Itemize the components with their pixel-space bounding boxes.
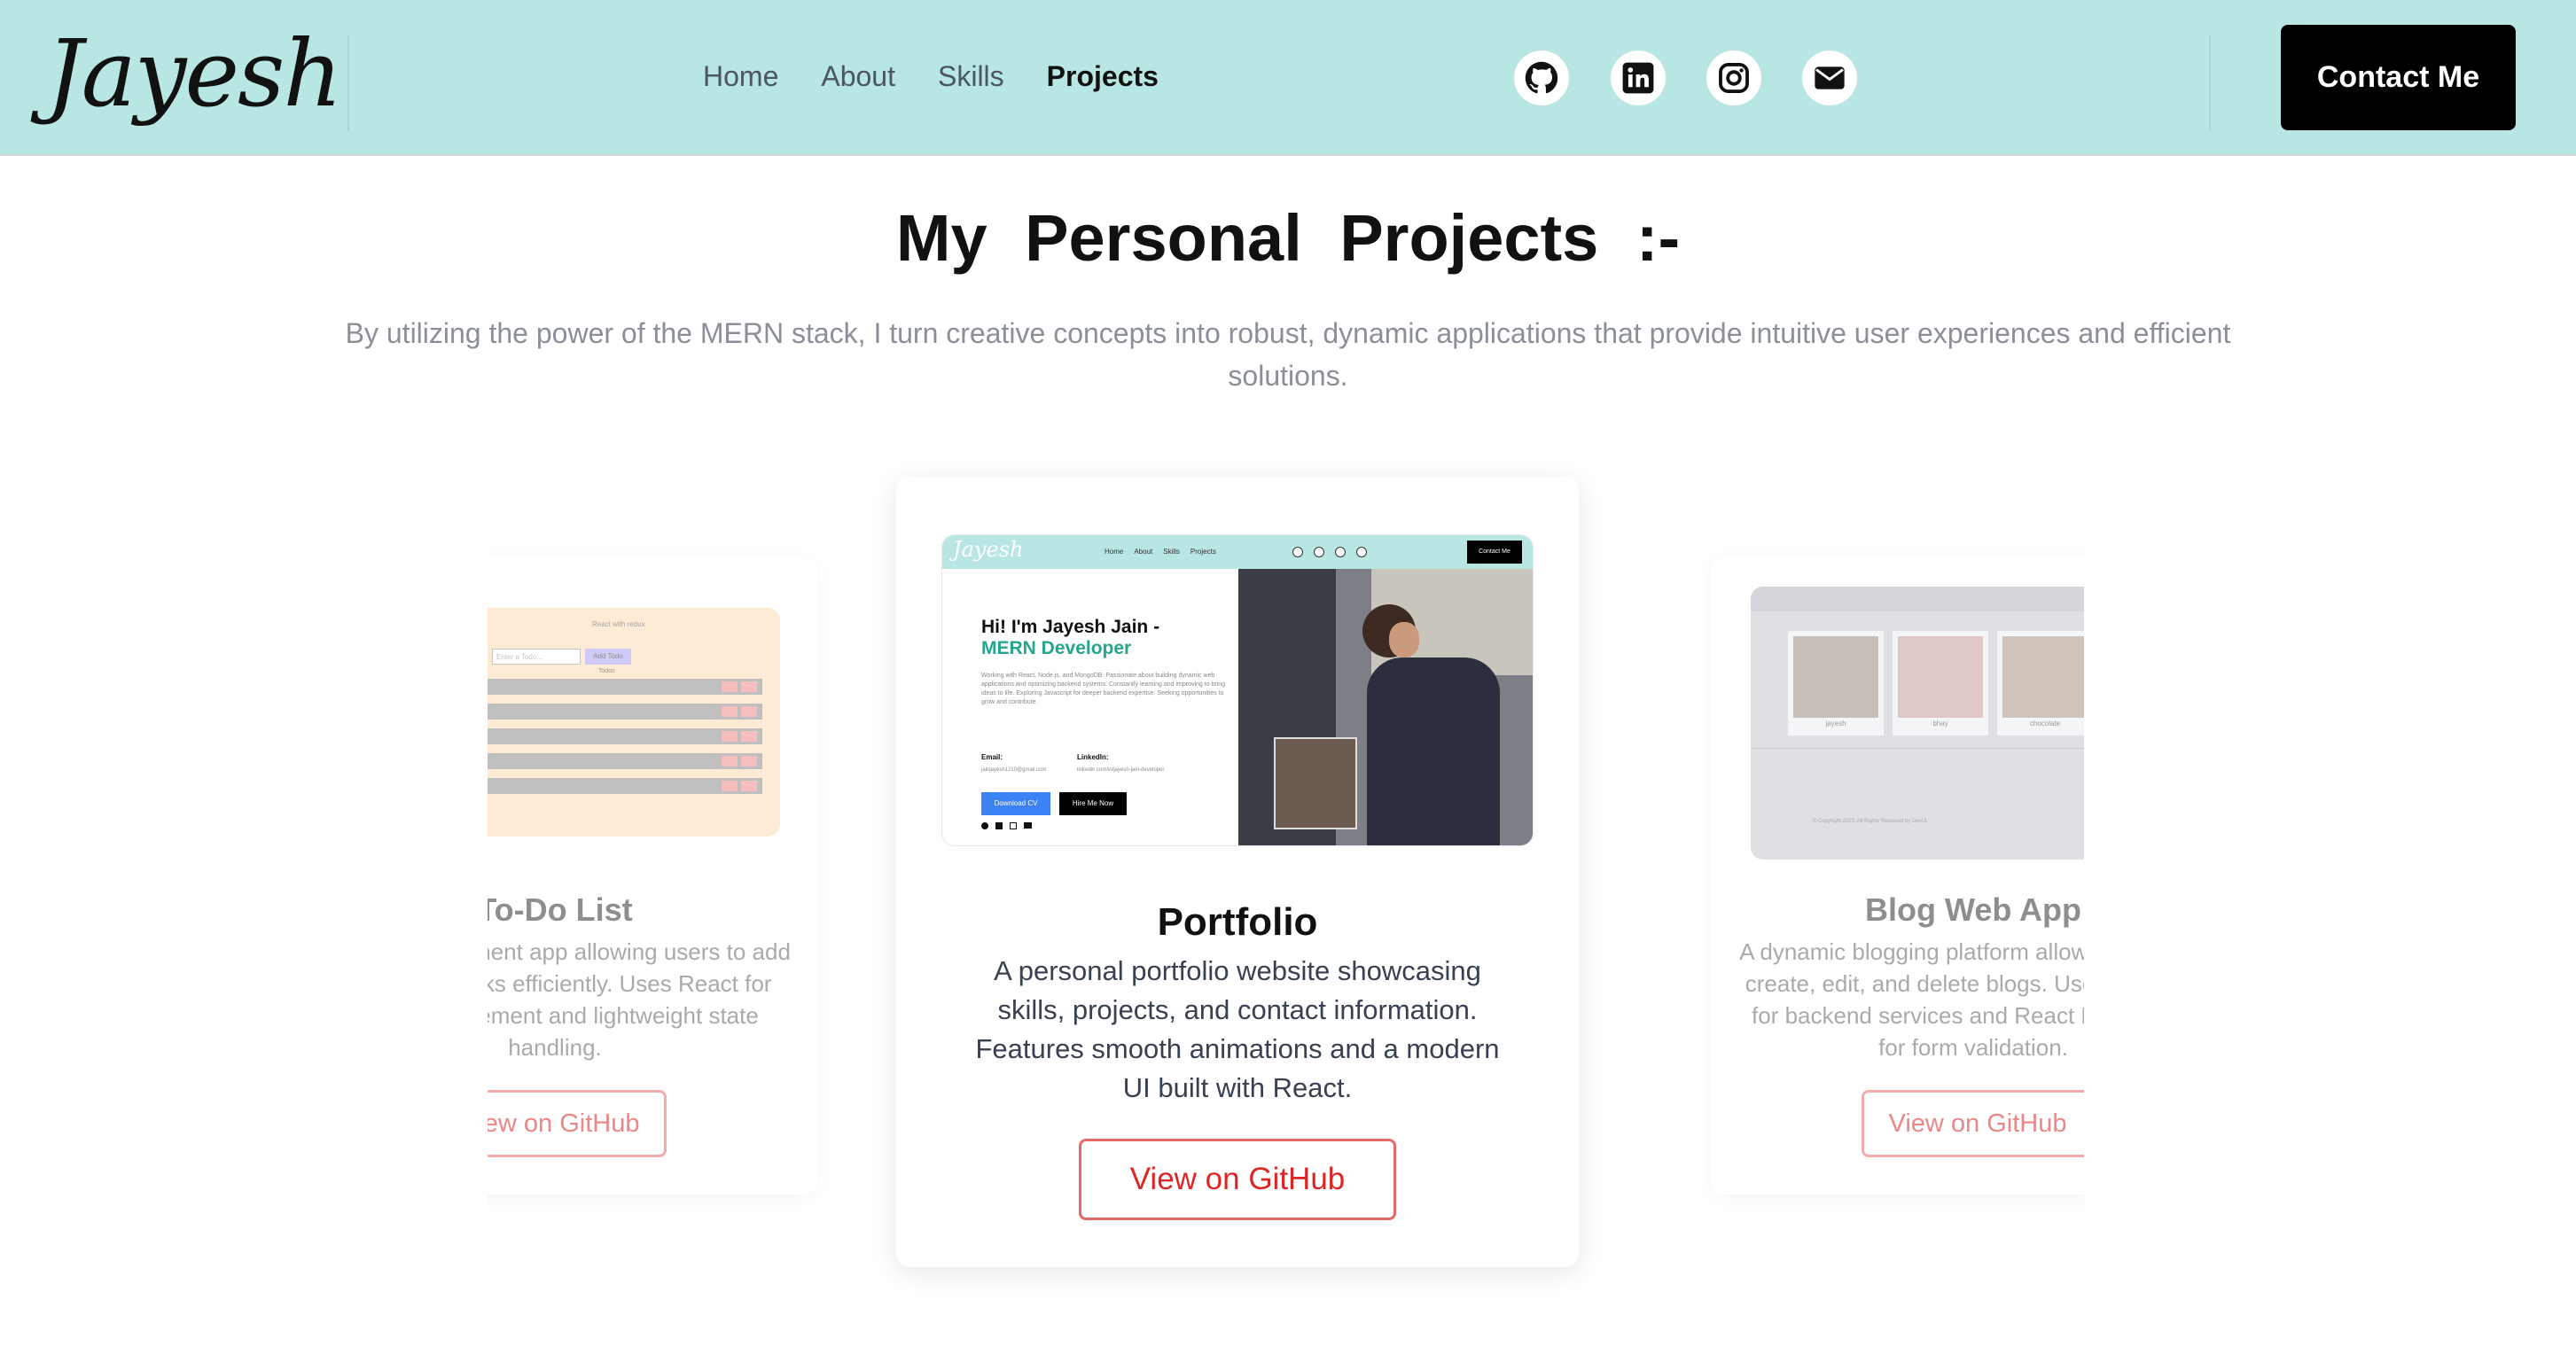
linkedin-icon[interactable] bbox=[1611, 51, 1666, 105]
blog-thumb-post: bhay bbox=[1893, 631, 1988, 735]
thumb-email: jainjayesh1210@gmail.com bbox=[981, 767, 1047, 773]
carousel-clip-right bbox=[2084, 461, 2576, 1258]
project-description: A personal portfolio website showcasing … bbox=[975, 955, 1500, 1103]
email-icon[interactable] bbox=[1802, 51, 1857, 105]
github-icon[interactable] bbox=[1514, 51, 1569, 105]
blog-thumb-caption: jayesh bbox=[1825, 720, 1846, 728]
thumb-bio: Working with React, Node.js, and MongoDB… bbox=[981, 673, 1226, 705]
todo-thumb-input: Enter a Todo... bbox=[492, 649, 581, 665]
thumb-nav-link: Projects bbox=[1190, 548, 1216, 556]
todo-thumb-row bbox=[479, 778, 762, 794]
nav-link-skills[interactable]: Skills bbox=[938, 60, 1004, 93]
page-title: My Personal Projects :- bbox=[895, 201, 1681, 275]
todo-thumb-row bbox=[479, 704, 762, 720]
thumb-hero-photo bbox=[1238, 569, 1533, 845]
thumb-nav-link: About bbox=[1134, 548, 1153, 556]
nav-link-projects[interactable]: Projects bbox=[1047, 60, 1159, 93]
thumb-email-label: Email: bbox=[981, 753, 1003, 761]
todo-thumb-row bbox=[479, 753, 762, 769]
blog-thumb-footer: © Copyright 2023. All Rights Reserved by… bbox=[1813, 819, 1929, 824]
nav-divider bbox=[2209, 35, 2211, 131]
blog-thumb-post: chocolate bbox=[1997, 631, 2093, 735]
view-on-github-button[interactable]: View on GitHub bbox=[1079, 1139, 1396, 1220]
navbar: Jayesh Home About Skills Projects Contac… bbox=[0, 0, 2576, 156]
blog-thumb-caption: bhay bbox=[1932, 720, 1948, 728]
thumb-contact: Contact Me bbox=[1467, 541, 1522, 564]
view-on-github-button[interactable]: View on GitHub bbox=[1862, 1090, 2094, 1157]
todo-thumb-row bbox=[479, 728, 762, 744]
nav-divider bbox=[347, 35, 349, 131]
contact-me-button[interactable]: Contact Me bbox=[2281, 25, 2516, 130]
instagram-icon[interactable] bbox=[1706, 51, 1761, 105]
todo-thumb-row bbox=[479, 679, 762, 695]
nav-link-about[interactable]: About bbox=[821, 60, 895, 93]
blog-thumb-post: jayesh bbox=[1788, 631, 1884, 735]
thumb-role: MERN Developer bbox=[981, 638, 1132, 658]
thumb-hire: Hire Me Now bbox=[1059, 792, 1127, 815]
nav-links: Home About Skills Projects bbox=[703, 60, 1159, 93]
thumb-nav-link: Skills bbox=[1163, 548, 1180, 556]
nav-link-home[interactable]: Home bbox=[703, 60, 778, 93]
todo-thumb-heading: React with redux bbox=[592, 620, 645, 628]
portfolio-thumbnail: Jayesh Home About Skills Projects Contac… bbox=[942, 535, 1533, 845]
todo-thumb-label: Todos bbox=[598, 668, 615, 674]
page-subtitle: By utilizing the power of the MERN stack… bbox=[345, 317, 2231, 392]
thumb-greeting: Hi! I'm Jayesh Jain - bbox=[981, 617, 1160, 637]
project-card-portfolio: Jayesh Home About Skills Projects Contac… bbox=[896, 477, 1579, 1267]
thumb-download-cv: Download CV bbox=[981, 792, 1050, 815]
thumb-linkedin: linkedin.com/in/jayesh-jain-developer bbox=[1077, 767, 1165, 773]
thumb-linkedin-label: LinkedIn: bbox=[1077, 753, 1109, 761]
site-logo[interactable]: Jayesh bbox=[46, 19, 342, 128]
blog-thumb-caption: chocolate bbox=[2029, 720, 2061, 728]
thumb-nav-link: Home bbox=[1105, 548, 1124, 556]
todo-thumb-add: Add Todo bbox=[585, 649, 631, 665]
project-title: Portfolio bbox=[1157, 900, 1318, 944]
thumb-logo: Jayesh bbox=[953, 537, 1024, 562]
carousel-clip-left bbox=[0, 461, 488, 1258]
